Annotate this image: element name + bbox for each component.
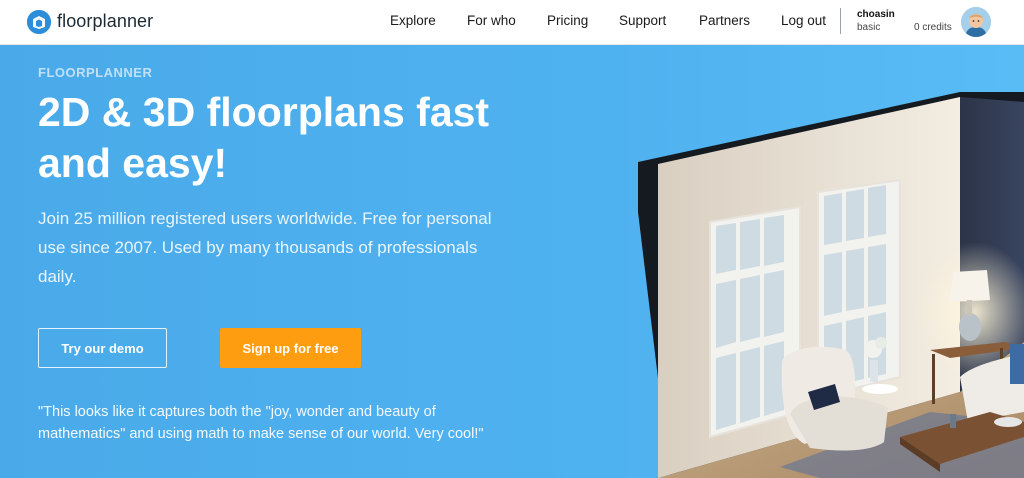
user-name[interactable]: choasin — [857, 9, 895, 20]
try-demo-button[interactable]: Try our demo — [38, 328, 167, 368]
testimonial-quote: "This looks like it captures both the "j… — [38, 404, 484, 442]
3d-room-illustration — [630, 92, 1024, 478]
user-avatar[interactable] — [961, 7, 991, 37]
floorplanner-logo-icon — [27, 9, 51, 34]
nav-support[interactable]: Support — [619, 13, 666, 28]
logo-text: floorplanner — [57, 11, 154, 31]
nav-log-out[interactable]: Log out — [781, 13, 826, 28]
floorplanner-logo[interactable]: floorplanner — [27, 9, 153, 34]
avatar-icon — [961, 7, 991, 37]
nav-explore[interactable]: Explore — [390, 13, 436, 28]
credits-count[interactable]: 0 credits — [914, 22, 952, 33]
top-navigation-bar: floorplanner Explore For who Pricing Sup… — [0, 0, 1024, 45]
user-plan: basic — [857, 22, 881, 33]
hero-headline: 2D & 3D floorplans fast and easy! — [38, 89, 490, 186]
sign-up-button[interactable]: Sign up for free — [220, 328, 361, 368]
nav-for-who[interactable]: For who — [467, 13, 516, 28]
hero-subtext: Join 25 million registered users worldwi… — [38, 209, 492, 286]
hero-eyebrow: FLOORPLANNER — [38, 65, 153, 80]
nav-divider — [840, 8, 841, 34]
hero-section: FLOORPLANNER 2D & 3D floorplans fast and… — [0, 45, 1024, 478]
nav-partners[interactable]: Partners — [699, 13, 750, 28]
nav-pricing[interactable]: Pricing — [547, 13, 588, 28]
